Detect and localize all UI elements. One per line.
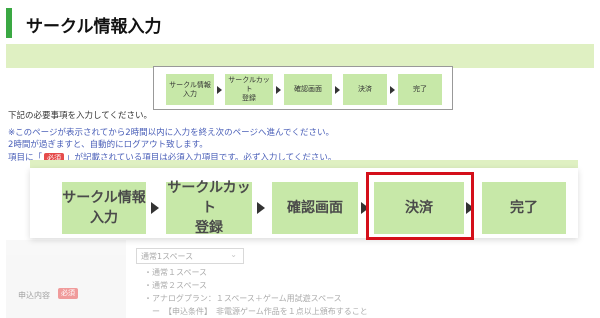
arrow-right-icon: [257, 202, 265, 214]
small-step-complete: 完了: [398, 74, 442, 105]
arrow-right-icon: [390, 86, 395, 94]
zoom-step-circle-cut: サークルカット 登録: [166, 180, 252, 236]
arrow-right-icon: [276, 86, 281, 94]
zoom-step-circle-info: サークル情報 入力: [62, 182, 146, 234]
payment-step-highlight: [366, 172, 474, 240]
header-accent-bar: [6, 8, 12, 38]
plan-option: ・通常１スペース: [144, 268, 208, 277]
arrow-right-icon: [217, 86, 222, 94]
time-limit-notice: ※このページが表示されてから2時間以内に入力を終え次のページへ進んでください。: [8, 128, 335, 138]
small-step-label: 確認画面: [294, 85, 322, 93]
form-label-column: [6, 240, 126, 318]
arrow-right-icon: [151, 202, 159, 214]
zoom-step-complete: 完了: [482, 182, 566, 234]
small-step-circle-info: サークル情報 入力: [166, 74, 214, 105]
small-step-confirm: 確認画面: [284, 74, 332, 105]
instruction-text: 下記の必要事項を入力してください。: [8, 111, 152, 121]
top-green-band: [6, 44, 594, 68]
small-step-circle-cut: サークルカット 登録: [225, 74, 273, 105]
plan-select[interactable]: 通常1スペース ⌄: [136, 248, 244, 264]
small-step-label: サークルカット 登録: [228, 76, 270, 102]
zoom-step-confirm: 確認画面: [272, 182, 358, 234]
page-title: サークル情報入力: [26, 17, 162, 37]
plan-option: ・アナログプラン：１スペース＋ゲーム用試遊スペース: [144, 294, 342, 303]
form-row-label: 申込内容: [18, 291, 50, 300]
plan-option: ・通常２スペース: [144, 281, 208, 290]
zoom-step-label: サークルカット 登録: [167, 180, 251, 236]
logout-notice: 2時間が過ぎますと、自動的にログアウト致します。: [8, 140, 208, 150]
plan-select-value: 通常1スペース: [141, 252, 194, 261]
page: サークル情報入力 サークル情報 入力 サークルカット 登録 確認画面 決済 完了…: [0, 0, 600, 318]
small-step-label: 完了: [413, 85, 427, 93]
small-step-label: 決済: [358, 85, 372, 93]
small-step-payment: 決済: [343, 74, 387, 105]
page-header: サークル情報入力: [6, 8, 594, 38]
zoom-step-label: 完了: [510, 200, 538, 216]
small-step-label: サークル情報 入力: [169, 80, 211, 98]
plan-option-condition: ー 【申込条件】 非電源ゲーム作品を１点以上頒布すること: [144, 307, 368, 316]
arrow-right-icon: [335, 86, 340, 94]
step-progress-small: サークル情報 入力 サークルカット 登録 確認画面 決済 完了: [153, 66, 453, 110]
zoom-step-label: 確認画面: [287, 200, 343, 216]
form-required-badge: 必須: [58, 288, 78, 299]
chevron-down-icon: ⌄: [230, 250, 237, 259]
zoom-step-label: サークル情報 入力: [62, 190, 146, 226]
